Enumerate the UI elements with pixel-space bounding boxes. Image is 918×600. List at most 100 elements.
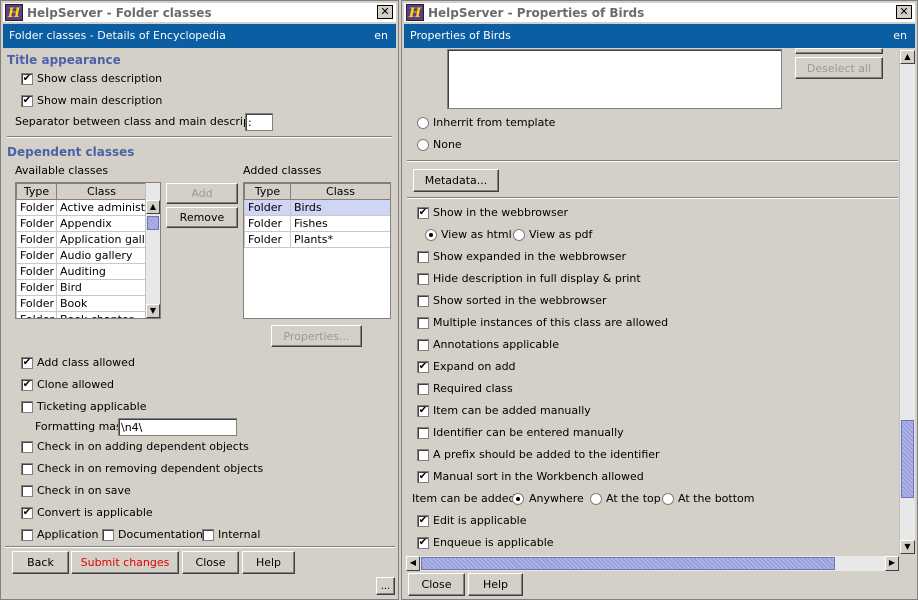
header-bar: Properties of Birds en (404, 24, 915, 48)
view-as-pdf-radio[interactable] (513, 229, 525, 241)
required-class-checkbox[interactable] (417, 383, 429, 395)
horizontal-scrollbar[interactable]: ◀ ▶ (406, 556, 899, 571)
check-in-adding-checkbox[interactable] (21, 441, 33, 453)
hide-description-label: Hide description in full display & print (433, 272, 641, 285)
table-row[interactable]: Folder Fishes (244, 215, 390, 232)
edit-applicable-checkbox[interactable]: ✔ (417, 515, 429, 527)
help-button[interactable]: Help (468, 573, 523, 596)
close-window-button[interactable]: ✕ (377, 5, 393, 19)
item-added-manually-checkbox[interactable]: ✔ (417, 405, 429, 417)
ticketing-applicable-label: Ticketing applicable (37, 400, 147, 413)
hide-description-checkbox[interactable] (417, 273, 429, 285)
show-in-webbrowser-label: Show in the webbrowser (433, 206, 569, 219)
column-header-class[interactable]: Class (56, 183, 147, 200)
scroll-thumb[interactable] (421, 557, 835, 570)
show-sorted-checkbox[interactable] (417, 295, 429, 307)
table-row[interactable]: Folder Bird (16, 279, 147, 296)
help-button[interactable]: Help (242, 551, 295, 574)
row-type: Folder (16, 247, 57, 264)
at-the-top-radio[interactable] (590, 493, 602, 505)
clone-allowed-checkbox[interactable]: ✔ (21, 379, 33, 391)
table-row[interactable]: Folder Audio gallery (16, 247, 147, 264)
none-radio[interactable] (417, 139, 429, 151)
show-expanded-checkbox[interactable] (417, 251, 429, 263)
enqueue-applicable-checkbox[interactable]: ✔ (417, 537, 429, 549)
show-in-webbrowser-checkbox[interactable]: ✔ (417, 207, 429, 219)
vertical-scrollbar[interactable]: ▲ ▼ (899, 50, 915, 554)
at-the-bottom-radio[interactable] (662, 493, 674, 505)
expand-on-add-checkbox[interactable]: ✔ (417, 361, 429, 373)
row-class: Active administr... (56, 199, 147, 216)
row-class: Book chapter (56, 311, 147, 318)
formatting-mask-input[interactable]: \n4\ (118, 418, 237, 436)
scroll-left-icon[interactable]: ◀ (406, 556, 420, 571)
table-row[interactable]: Folder Appendix (16, 215, 147, 232)
check-in-removing-checkbox[interactable] (21, 463, 33, 475)
documentation-checkbox[interactable] (102, 529, 114, 541)
add-class-allowed-checkbox[interactable]: ✔ (21, 357, 33, 369)
select-all-button[interactable] (795, 48, 883, 54)
annotations-applicable-checkbox[interactable] (417, 339, 429, 351)
table-row[interactable]: FolderActive administr... (16, 199, 147, 216)
scroll-right-icon[interactable]: ▶ (885, 556, 899, 571)
inherit-from-template-radio[interactable] (417, 117, 429, 129)
view-as-html-radio[interactable] (425, 229, 437, 241)
scroll-down-icon[interactable]: ▼ (900, 540, 915, 554)
row-class: Birds (290, 199, 390, 216)
column-header-type[interactable]: Type (16, 183, 57, 200)
scroll-up-icon[interactable]: ▲ (900, 50, 915, 64)
remove-class-button[interactable]: Remove (166, 207, 238, 228)
at-the-top-label: At the top (606, 492, 661, 505)
table-row[interactable]: Folder Auditing (16, 263, 147, 280)
table-row[interactable]: Folder Birds (244, 199, 390, 216)
scroll-up-icon[interactable]: ▲ (146, 200, 160, 214)
close-window-button[interactable]: ✕ (896, 5, 912, 19)
add-class-button[interactable]: Add (166, 183, 238, 204)
available-scrollbar[interactable]: ▲ ▼ (145, 183, 160, 318)
title-bar[interactable]: H HelpServer - Folder classes ✕ (3, 3, 396, 22)
prefix-identifier-label: A prefix should be added to the identifi… (433, 448, 660, 461)
show-class-description-checkbox[interactable]: ✔ (21, 73, 33, 85)
table-row[interactable]: Folder Application gall... (16, 231, 147, 248)
column-header-type[interactable]: Type (244, 183, 291, 200)
close-button[interactable]: Close (182, 551, 239, 574)
row-type: Folder (16, 279, 57, 296)
title-bar[interactable]: H HelpServer - Properties of Birds ✕ (404, 3, 915, 22)
metadata-button[interactable]: Metadata... (413, 169, 499, 192)
row-class: Application gall... (56, 231, 147, 248)
internal-label: Internal (218, 528, 261, 541)
identifier-manual-checkbox[interactable] (417, 427, 429, 439)
anywhere-radio[interactable] (512, 493, 524, 505)
ticketing-applicable-checkbox[interactable] (21, 401, 33, 413)
row-type: Folder (16, 311, 57, 318)
scroll-thumb[interactable] (147, 216, 159, 230)
more-options-button[interactable]: ... (376, 577, 395, 595)
application-checkbox[interactable] (21, 529, 33, 541)
submit-changes-button[interactable]: Submit changes (71, 551, 179, 574)
table-row[interactable]: FolderBook chapter (16, 311, 147, 318)
scroll-down-icon[interactable]: ▼ (146, 304, 160, 318)
scroll-thumb[interactable] (901, 420, 914, 498)
row-class: Plants* (290, 231, 390, 248)
manual-sort-label: Manual sort in the Workbench allowed (433, 470, 644, 483)
check-in-save-checkbox[interactable] (21, 485, 33, 497)
table-row[interactable]: Folder Plants* (244, 231, 390, 248)
properties-button[interactable]: Properties... (271, 325, 362, 347)
convert-applicable-checkbox[interactable]: ✔ (21, 507, 33, 519)
column-header-class[interactable]: Class (290, 183, 390, 200)
deselect-all-button[interactable]: Deselect all (795, 57, 883, 79)
available-classes-table[interactable]: Type Class FolderActive administr... Fol… (15, 182, 161, 319)
template-list-box[interactable] (447, 49, 782, 109)
multiple-instances-checkbox[interactable] (417, 317, 429, 329)
manual-sort-checkbox[interactable]: ✔ (417, 471, 429, 483)
table-row[interactable]: Folder Book (16, 295, 147, 312)
separator-input[interactable]: : (245, 113, 273, 131)
internal-checkbox[interactable] (202, 529, 214, 541)
prefix-identifier-checkbox[interactable] (417, 449, 429, 461)
window-title: HelpServer - Folder classes (27, 5, 212, 20)
added-classes-table[interactable]: Type Class Folder Birds Folder Fishes Fold… (243, 182, 391, 319)
close-button[interactable]: Close (408, 573, 465, 596)
expand-on-add-label: Expand on add (433, 360, 516, 373)
show-main-description-checkbox[interactable]: ✔ (21, 95, 33, 107)
back-button[interactable]: Back (12, 551, 69, 574)
